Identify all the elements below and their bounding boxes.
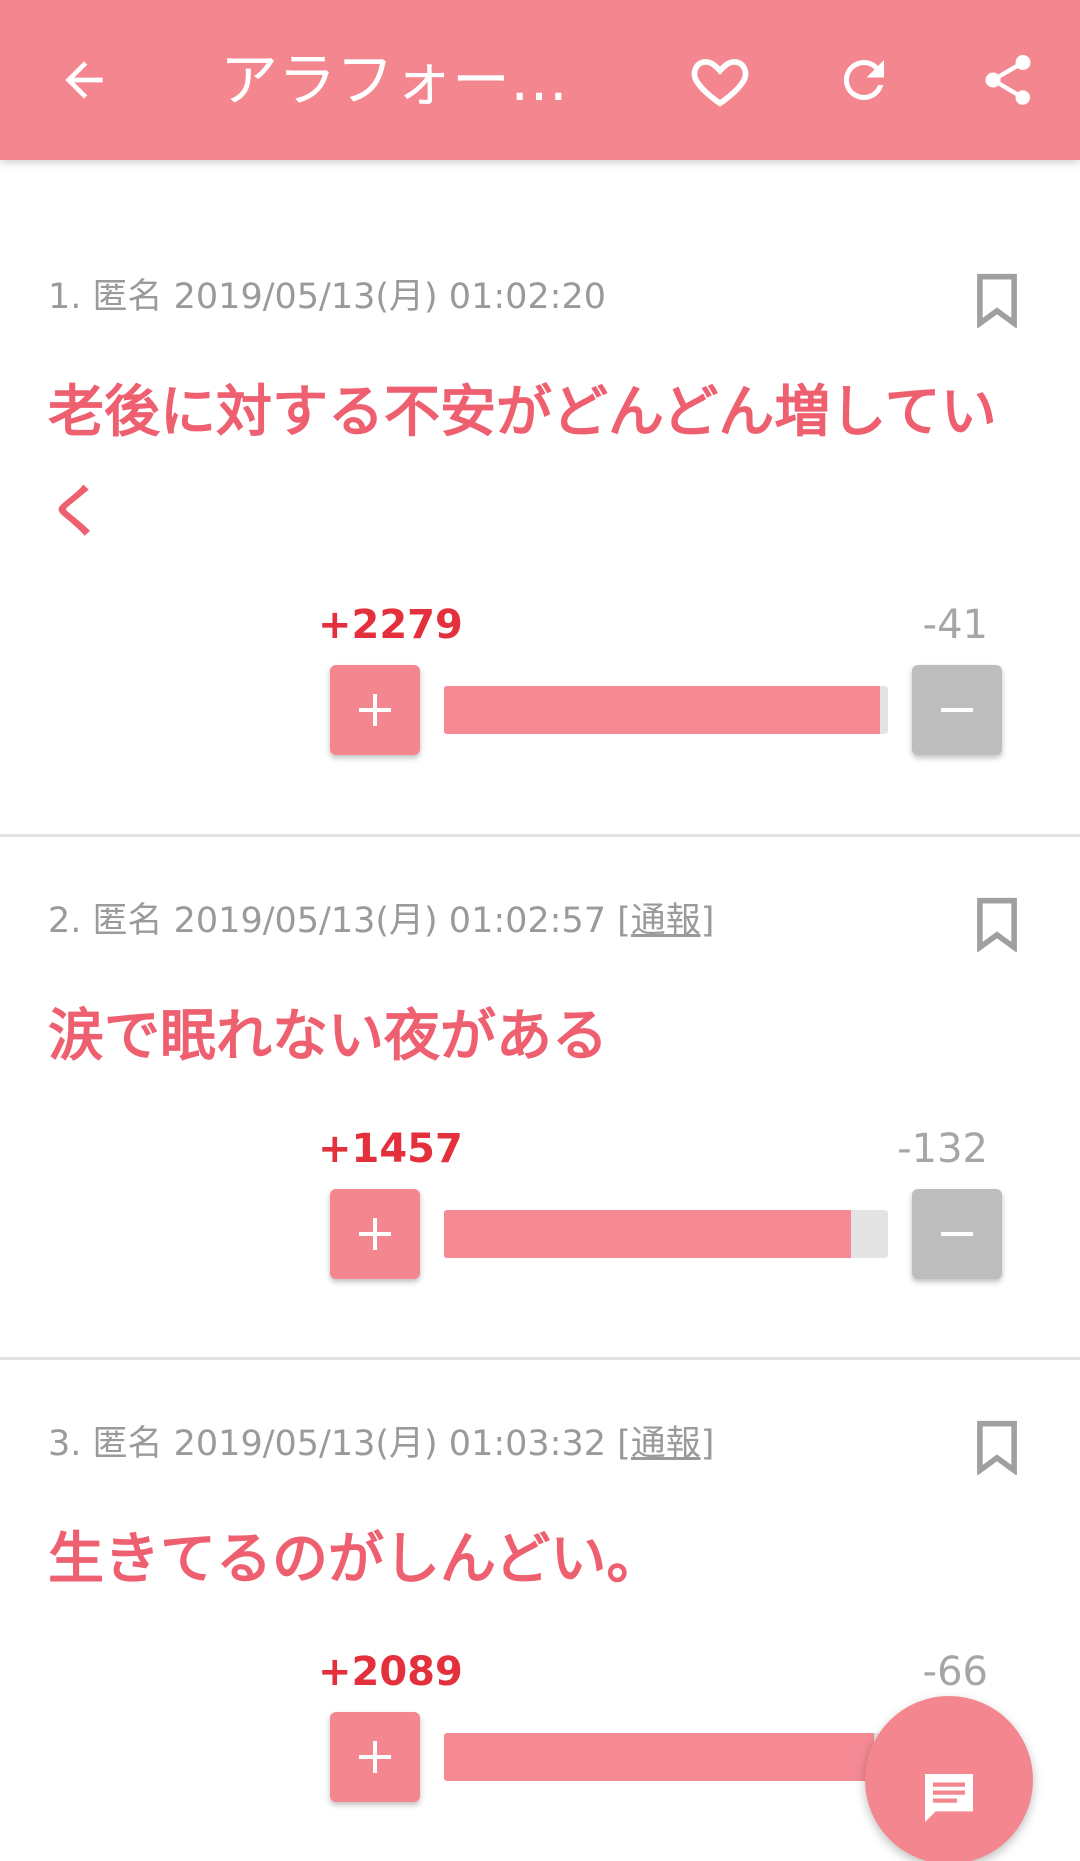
comment-fab-button[interactable] <box>865 1696 1033 1861</box>
post-meta: 3. 匿名 2019/05/13(月) 01:03:32 [通報] <box>48 1415 714 1466</box>
report-link[interactable]: [通報] <box>617 901 714 941</box>
comment-post: 1. 匿名 2019/05/13(月) 01:02:20 老後に対する不安がどん… <box>0 160 1080 837</box>
bookmark-icon[interactable] <box>975 896 1019 952</box>
post-body: 涙で眠れない夜がある <box>48 1004 608 1069</box>
minus-vote-button[interactable] <box>912 1189 1002 1279</box>
post-meta-text: 2. 匿名 2019/05/13(月) 01:02:57 <box>48 901 618 941</box>
plus-count: +2089 <box>318 1649 463 1695</box>
favorite-button[interactable] <box>660 0 780 160</box>
vote-ratio-bar <box>444 686 888 734</box>
page-title: アラフォー独… <box>220 46 620 114</box>
bookmark-icon[interactable] <box>975 1419 1019 1475</box>
minus-icon <box>941 708 973 712</box>
vote-ratio-fill <box>444 1210 852 1258</box>
heart-icon <box>691 59 749 107</box>
plus-count: +2279 <box>318 602 463 648</box>
post-meta: 2. 匿名 2019/05/13(月) 01:02:57 [通報] <box>48 892 714 943</box>
post-meta: 1. 匿名 2019/05/13(月) 01:02:20 <box>48 268 606 319</box>
refresh-button[interactable] <box>804 0 924 160</box>
post-meta-text: 1. 匿名 2019/05/13(月) 01:02:20 <box>48 277 607 317</box>
share-button[interactable] <box>948 0 1068 160</box>
share-icon <box>985 55 1031 105</box>
minus-vote-button[interactable] <box>912 665 1002 755</box>
vote-ratio-fill <box>444 686 880 734</box>
post-body: 生きてるのがしんどい。 <box>48 1527 663 1592</box>
post-meta-text: 3. 匿名 2019/05/13(月) 01:03:32 <box>48 1424 618 1464</box>
plus-vote-button[interactable] <box>330 1189 420 1279</box>
plus-vote-button[interactable] <box>330 665 420 755</box>
comment-post: 2. 匿名 2019/05/13(月) 01:02:57 [通報] 涙で眠れない… <box>0 837 1080 1360</box>
bookmark-icon[interactable] <box>975 272 1019 328</box>
plus-vote-button[interactable] <box>330 1712 420 1802</box>
comment-icon <box>925 1774 973 1822</box>
minus-count: -132 <box>897 1126 988 1172</box>
plus-icon <box>359 1741 391 1773</box>
vote-ratio-bar <box>444 1210 888 1258</box>
plus-count: +1457 <box>318 1126 463 1172</box>
back-button[interactable] <box>24 0 144 160</box>
report-link[interactable]: [通報] <box>617 1424 714 1464</box>
post-body: 老後に対する不安がどんどん増していく <box>48 380 997 545</box>
plus-icon <box>359 694 391 726</box>
plus-icon <box>359 1218 391 1250</box>
minus-count: -66 <box>922 1649 988 1695</box>
refresh-icon <box>843 59 884 100</box>
app-bar: アラフォー独… <box>0 0 1080 160</box>
vote-ratio-fill <box>444 1733 875 1781</box>
back-arrow-icon <box>65 61 103 99</box>
minus-count: -41 <box>922 602 988 648</box>
minus-icon <box>941 1232 973 1236</box>
vote-ratio-bar <box>444 1733 888 1781</box>
